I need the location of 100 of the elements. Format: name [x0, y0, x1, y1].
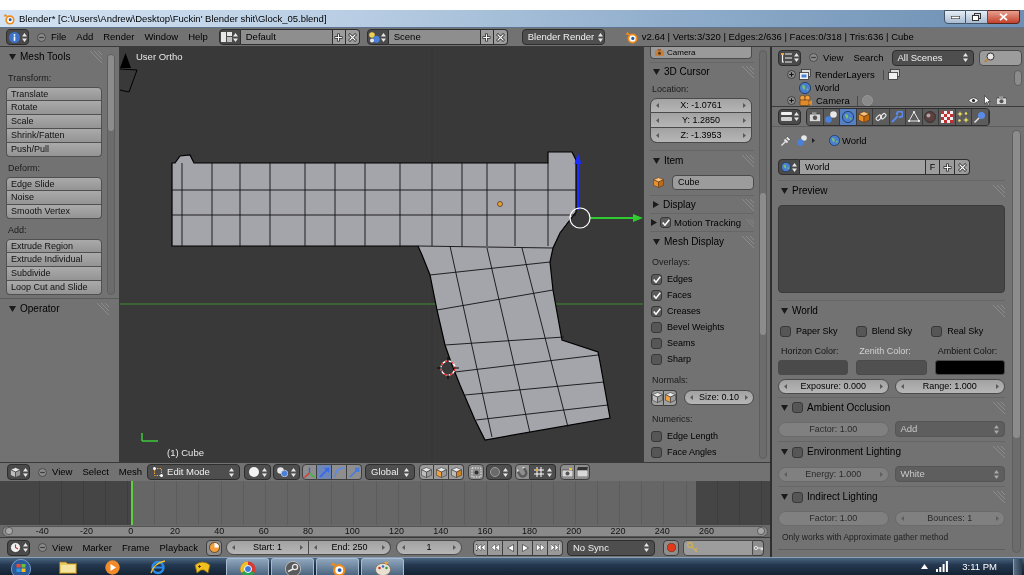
menu-item[interactable]: View: [47, 542, 78, 553]
scroll-handle-icon[interactable]: [5, 527, 13, 535]
scrollbar[interactable]: [107, 54, 115, 295]
3d-viewport[interactable]: User Ortho (1) Cube: [120, 47, 643, 462]
filter-dropdown[interactable]: All Scenes: [891, 49, 974, 66]
panel-title[interactable]: Motion Tracking: [674, 217, 742, 228]
render-image-button[interactable]: [560, 464, 576, 480]
render-engine-dropdown[interactable]: Blender Render: [521, 29, 605, 45]
properties-tab[interactable]: [972, 108, 989, 125]
orientation-dropdown[interactable]: Global: [365, 464, 416, 480]
next-keyframe-button[interactable]: [533, 539, 548, 556]
scrollbar[interactable]: [759, 50, 767, 459]
mode-dropdown[interactable]: Edit Mode: [147, 464, 241, 480]
expanded-triangle-icon[interactable]: [653, 238, 660, 245]
edge-select-button[interactable]: [434, 464, 450, 480]
properties-tab[interactable]: [939, 108, 956, 125]
checkbox[interactable]: [792, 446, 803, 458]
vertex-select-button[interactable]: [419, 464, 435, 480]
expanded-triangle-icon[interactable]: [781, 307, 788, 314]
minimize-button[interactable]: [944, 10, 966, 24]
expand-toggle-icon[interactable]: [787, 70, 796, 79]
decrement-arrow-icon[interactable]: [784, 383, 787, 389]
play-button[interactable]: [518, 539, 533, 556]
menu-item[interactable]: Playback: [154, 542, 203, 553]
3d-cursor-icon[interactable]: [436, 356, 460, 380]
panel-title[interactable]: Environment Lighting: [807, 447, 901, 457]
jump-start-button[interactable]: [473, 539, 488, 556]
end-frame-field[interactable]: End: 250: [309, 540, 391, 555]
decrement-arrow-icon[interactable]: [656, 103, 659, 108]
current-frame-field[interactable]: 1: [396, 540, 462, 555]
tool-button[interactable]: Extrude Region: [6, 239, 102, 253]
sync-dropdown[interactable]: No Sync: [567, 539, 655, 556]
factor-field[interactable]: Factor: 1.00: [778, 510, 889, 526]
menu-item[interactable]: Add: [71, 32, 99, 42]
tool-button[interactable]: Smooth Vertex: [6, 205, 102, 219]
checkbox[interactable]: [931, 325, 943, 337]
search-field[interactable]: [978, 49, 1022, 66]
scale-button[interactable]: [347, 464, 363, 480]
color-swatch[interactable]: [934, 359, 1005, 375]
record-button[interactable]: [663, 539, 679, 556]
rotate-button[interactable]: [332, 464, 348, 480]
screen-layout-field[interactable]: Default: [240, 29, 332, 45]
close-button[interactable]: [988, 10, 1020, 24]
number-field[interactable]: Size: 0.10: [684, 390, 754, 405]
scrollbar-thumb[interactable]: [1013, 131, 1020, 438]
scroll-handle-icon[interactable]: [757, 527, 765, 535]
browse-button[interactable]: [218, 29, 241, 45]
decrement-arrow-icon[interactable]: [656, 132, 659, 138]
checkbox[interactable]: [651, 321, 662, 333]
panel-title[interactable]: Display: [663, 199, 696, 210]
panel-title[interactable]: 3D Cursor: [664, 67, 710, 77]
checkbox[interactable]: [792, 402, 803, 413]
transform-gizmo[interactable]: [569, 153, 643, 229]
collapse-menu-icon[interactable]: [37, 32, 46, 42]
occlude-button[interactable]: [468, 464, 485, 480]
collapsed-triangle-icon[interactable]: [651, 219, 657, 226]
collapsed-triangle-icon[interactable]: [653, 201, 659, 208]
collapse-menu-icon[interactable]: [809, 53, 818, 62]
panel-title[interactable]: Item: [664, 155, 684, 166]
editor-type-button[interactable]: [778, 49, 801, 66]
fake-user-button[interactable]: F: [925, 159, 940, 175]
range-field[interactable]: Range: 1.000: [894, 378, 1005, 394]
expanded-triangle-icon[interactable]: [653, 69, 660, 75]
checkbox[interactable]: [651, 337, 662, 349]
expanded-triangle-icon[interactable]: [781, 187, 788, 194]
menu-item[interactable]: Frame: [117, 542, 155, 553]
scrollbar[interactable]: [1013, 70, 1022, 86]
collapse-menu-icon[interactable]: [38, 543, 47, 552]
datablock-name-field[interactable]: World: [800, 159, 925, 175]
expanded-triangle-icon[interactable]: [781, 404, 788, 411]
expanded-triangle-icon[interactable]: [653, 157, 660, 164]
panel-title[interactable]: World: [792, 305, 818, 316]
proportional-dropdown[interactable]: [486, 464, 513, 480]
play-reverse-button[interactable]: [503, 539, 518, 556]
previous-keyframe-button[interactable]: [488, 539, 503, 556]
outliner-item-label[interactable]: Camera: [816, 95, 850, 106]
editor-type-button[interactable]: [6, 29, 29, 45]
increment-arrow-icon[interactable]: [382, 545, 385, 550]
checkbox[interactable]: [660, 217, 671, 228]
menu-item[interactable]: Search: [848, 52, 889, 63]
increment-arrow-icon[interactable]: [300, 545, 303, 550]
tool-button[interactable]: Push/Pull: [6, 143, 102, 157]
tool-button[interactable]: Extrude Individual: [6, 253, 102, 267]
environment-color-dropdown[interactable]: White: [894, 466, 1005, 482]
properties-tab[interactable]: [906, 108, 923, 125]
menu-item[interactable]: Render: [98, 32, 140, 42]
taskbar-button[interactable]: [316, 558, 359, 575]
scrollbar[interactable]: [1012, 130, 1021, 553]
expanded-triangle-icon[interactable]: [781, 494, 788, 500]
decrement-arrow-icon[interactable]: [232, 545, 235, 550]
face-normals-button[interactable]: [664, 389, 677, 406]
checkbox[interactable]: [651, 305, 662, 317]
shading-dropdown[interactable]: [244, 464, 272, 480]
collapse-menu-icon[interactable]: [38, 467, 47, 477]
clock[interactable]: 3:11 PM: [962, 561, 997, 572]
time-ruler[interactable]: -40 -20 0 20 40 60 80 100 120 140 160 180 200 220 240 260: [2, 525, 768, 537]
panel-title[interactable]: Ambient Occlusion: [807, 402, 891, 413]
checkbox[interactable]: [651, 446, 662, 458]
increment-arrow-icon[interactable]: [879, 383, 883, 389]
checkbox[interactable]: [855, 325, 867, 337]
